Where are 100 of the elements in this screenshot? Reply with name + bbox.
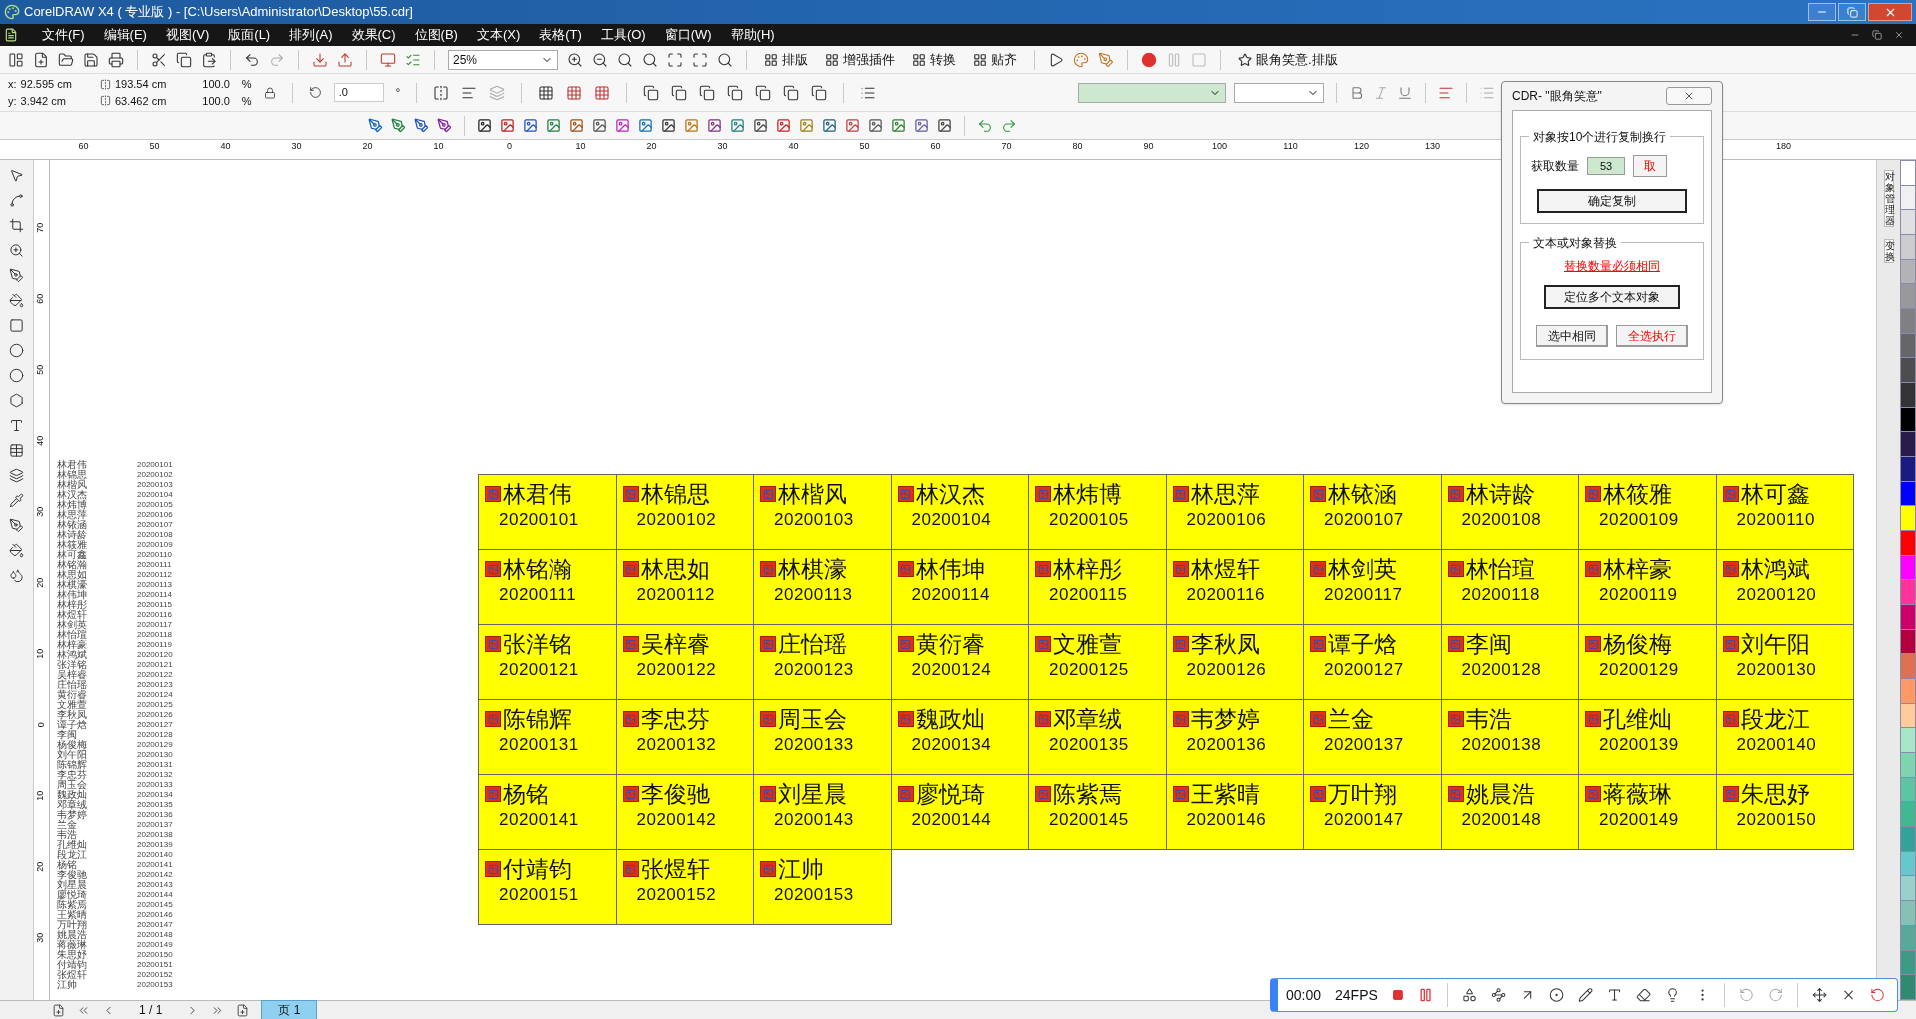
color-swatch[interactable] [1901,235,1915,259]
width-field[interactable]: 193.54 cm [114,76,167,93]
text-icon[interactable] [1607,986,1623,1004]
copy-icon[interactable] [176,51,192,68]
add-page-icon[interactable] [52,1003,65,1017]
shapes-icon[interactable] [1461,986,1477,1004]
color-swatch[interactable] [1901,876,1915,901]
docker-tab[interactable]: 变换 [1883,239,1894,263]
tool-icon[interactable] [9,468,24,483]
color-swatch[interactable] [1901,432,1915,457]
pen-icon[interactable] [391,118,406,133]
polyline-icon[interactable] [1490,986,1506,1004]
play-icon[interactable] [1048,51,1064,68]
color-swatch[interactable] [1901,925,1915,950]
plugin-icon[interactable] [477,118,492,133]
color-swatch[interactable] [1901,950,1915,975]
scale-y-field[interactable]: 100.0 [202,92,230,109]
close-icon[interactable] [1894,30,1904,40]
menu-item[interactable]: 工具(O) [600,25,646,45]
tool-icon[interactable] [9,518,24,533]
palette-icon[interactable] [1073,51,1089,68]
printer-icon[interactable] [108,51,124,68]
select-same-button[interactable]: 选中相同 [1536,325,1608,347]
menu-item[interactable]: 位图(B) [414,25,458,45]
color-swatch[interactable] [1901,901,1915,925]
mirror-icon[interactable] [433,84,450,101]
close-button[interactable] [1868,3,1912,21]
menu-item[interactable]: 表格(T) [539,25,582,45]
plugin-icon[interactable] [822,118,837,133]
color-swatch[interactable] [1901,605,1915,629]
x-position-field[interactable]: 92.595 cm [20,76,72,93]
color-swatch[interactable] [1901,679,1915,703]
color-swatch[interactable] [1901,161,1915,185]
zoom-in-icon[interactable] [567,51,583,68]
underline-icon[interactable] [1397,84,1414,101]
toolbar-button[interactable]: 排版 [760,49,812,70]
export-icon[interactable] [337,51,353,68]
run-all-button[interactable]: 全选执行 [1616,325,1688,347]
menu-item[interactable]: 编辑(E) [103,25,147,45]
height-field[interactable]: 63.462 cm [114,92,167,109]
color-swatch[interactable] [1901,827,1915,851]
scale-x-field[interactable]: 100.0 [202,76,230,93]
menu-item[interactable]: 版面(L) [228,25,271,45]
color-swatch[interactable] [1901,259,1915,284]
rotate-icon[interactable] [308,86,322,99]
layout-icon[interactable] [8,51,24,68]
toolbar-button[interactable]: 增强插件 [821,49,899,70]
redo-icon[interactable] [1001,117,1017,134]
fetch-button[interactable]: 取 [1633,155,1667,177]
color-swatch[interactable] [1901,457,1915,481]
color-swatch[interactable] [1901,975,1915,999]
tool-icon[interactable] [9,268,24,283]
color-swatch[interactable] [1901,580,1915,605]
page-tab[interactable]: 页 1 [261,1000,318,1019]
tool-icon[interactable] [9,343,24,358]
tool-icon[interactable] [9,568,24,583]
color-swatch[interactable] [1901,383,1915,407]
tool-icon[interactable] [9,218,24,233]
dialog-close-button[interactable] [1666,87,1712,105]
color-swatch[interactable] [1901,210,1915,234]
menu-item[interactable]: 视图(V) [165,25,210,45]
color-swatch[interactable] [1901,703,1915,728]
zoom-selected-icon[interactable] [617,51,633,68]
menu-item[interactable]: 窗口(W) [664,25,712,45]
ruler-pen-icon[interactable] [1098,51,1114,68]
undo-icon[interactable] [244,51,260,68]
tool-icon[interactable] [9,243,24,258]
color-swatch[interactable] [1901,753,1915,777]
plugin-icon[interactable] [707,118,722,133]
color-swatch[interactable] [1901,654,1915,679]
color-swatch[interactable] [1901,728,1915,753]
menu-item[interactable]: 文本(X) [476,25,521,45]
color-swatch[interactable] [1901,407,1915,432]
color-swatch[interactable] [1901,358,1915,383]
menu-item[interactable]: 排列(A) [289,25,333,45]
tool-icon[interactable] [9,168,24,183]
color-swatch[interactable] [1901,506,1915,531]
import-icon[interactable] [312,51,328,68]
plugin-icon[interactable] [661,118,676,133]
docker-tab[interactable]: 对象管理器 [1883,170,1894,227]
scissors-icon[interactable] [151,51,167,68]
plugin-icon[interactable] [937,118,952,133]
pencil-icon[interactable] [1578,986,1594,1004]
tool-icon[interactable] [9,443,24,458]
restore-button[interactable] [1838,3,1866,21]
color-swatch[interactable] [1901,777,1915,802]
color-swatch[interactable] [1901,284,1915,309]
color-swatch[interactable] [1901,555,1915,580]
rotation-field[interactable]: .0 [333,83,384,102]
plugin-icon[interactable] [868,118,883,133]
monitor-icon[interactable] [380,51,396,68]
tool-icon[interactable] [9,293,24,308]
open-folder-icon[interactable] [58,51,74,68]
zoom-height-icon[interactable] [717,51,733,68]
new-file-icon[interactable] [33,51,49,68]
move-icon[interactable] [1811,986,1827,1004]
tool-icon[interactable] [9,193,24,208]
color-swatch[interactable] [1901,802,1915,827]
record-icon[interactable] [1141,51,1157,68]
add-page-icon[interactable] [236,1003,250,1017]
